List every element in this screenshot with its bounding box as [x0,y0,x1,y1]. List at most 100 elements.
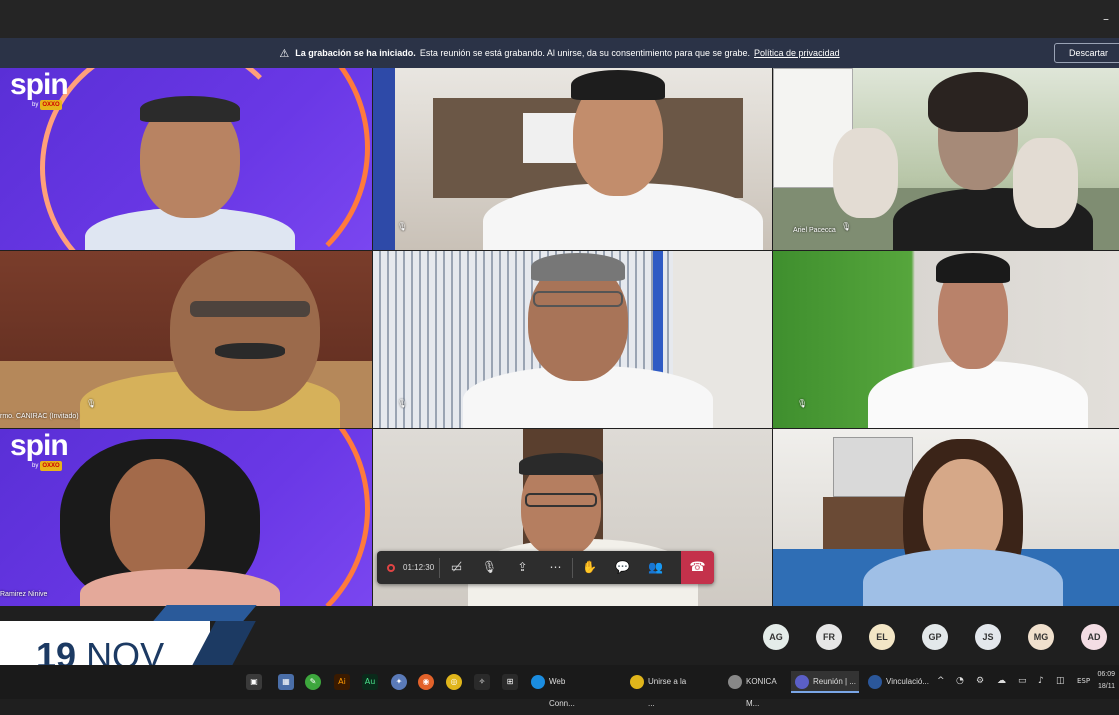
spin-logo: spin [10,68,69,101]
printer [833,437,913,497]
taskbar-app[interactable]: Unirse a la ... [626,671,692,708]
call-controls: 01:12:30 ▭̸ 🎙 ⇪ ⋯ ✋ 💬 👥 ☎ [377,551,714,584]
taskbar-app-label: Unirse a la ... [648,677,687,708]
participant-avatar[interactable]: JS [975,624,1001,650]
banner-bold-text: La grabación se ha iniciado. [295,48,416,58]
clock-date: 18/11 [1098,683,1115,690]
mic-off-icon: 🎙 [841,222,852,231]
app-icon[interactable]: ✎ [305,674,321,690]
audition-icon[interactable]: Au [362,674,378,690]
app-icon [728,675,742,689]
mic-off-icon: 🎙 [797,399,808,408]
taskbar-app-label: Reunión | ... [813,677,856,686]
title-bar: – [0,0,1119,38]
video-tile[interactable]: spin by OXXO [0,68,372,250]
recording-banner: ⚠ La grabación se ha iniciado. Esta reun… [0,38,1119,68]
participant-name: Ariel Pacecca [793,227,836,234]
participant-avatar[interactable]: FR [816,624,842,650]
app-icon[interactable]: ✦ [391,674,407,690]
taskbar-app-label: Vinculació... [886,677,929,686]
task-view-icon[interactable]: ▣ [246,674,262,690]
app-icon [630,675,644,689]
cloud-icon[interactable]: ☁ [997,676,1006,686]
share-icon[interactable]: ⇪ [506,551,539,584]
participant-hair [571,70,665,100]
taskbar-app-label: Web Conn... [549,677,575,708]
taskbar: ▣ ▦ ✎ Ai Au ✦ ◉ ◎ ✧ ⊞ Web Conn... Unirse … [0,665,1119,708]
video-tile[interactable]: 🎙 [373,68,772,250]
participant-body [863,549,1063,606]
glasses [525,493,597,507]
mustache [215,343,285,359]
spin-logo: spin [10,429,69,462]
recording-icon [387,563,395,572]
video-tile[interactable]: spin by OXXO Ramirez Ninive [0,429,372,606]
mic-off-icon: 🎙 [397,222,408,231]
participant-name: Ramirez Ninive [0,591,48,598]
taskbar-app[interactable]: Reunión | ... [791,671,859,693]
video-tile[interactable]: 🎙 [373,251,772,428]
warning-icon: ⚠ [279,46,290,60]
participant-head [170,251,320,411]
firefox-icon[interactable]: ◉ [418,674,434,690]
clock-time: 06:09 [1097,671,1115,678]
chat-icon[interactable]: 💬 [606,551,639,584]
clock[interactable]: 06:09 18/11 [1097,669,1115,693]
participant-name: rmo. CANIRAC (Invitado) [0,413,79,420]
network-icon[interactable]: ▭ [1018,676,1027,686]
decor-wedge [153,605,257,621]
mic-off-icon: 🎙 [86,399,97,408]
glasses [533,291,623,307]
spin-by: by [32,463,39,469]
participant-avatar[interactable]: AD [1081,624,1107,650]
raise-hand-icon[interactable]: ✋ [573,551,606,584]
video-tile[interactable] [773,429,1119,606]
participant-hair [936,253,1010,283]
minimize-button[interactable]: – [1103,12,1109,26]
hangup-icon[interactable]: ☎ [681,551,714,584]
tray-icon[interactable]: ⚙ [976,676,984,686]
mic-off-icon: 🎙 [397,399,408,408]
glasses [190,301,310,317]
more-icon[interactable]: ⋯ [539,551,572,584]
participant-avatar[interactable]: MG [1028,624,1054,650]
app-icon[interactable]: ✧ [474,674,490,690]
banner-text: Esta reunión se está grabando. Al unirse… [419,48,751,58]
app-icon [795,675,809,689]
participant-head [110,459,205,579]
taskbar-app[interactable]: Vinculació... [864,671,930,693]
chrome-icon[interactable]: ◎ [446,674,462,690]
camera-off-icon[interactable]: ▭̸ [440,551,473,584]
video-tile[interactable]: 🎙 [773,251,1119,428]
video-tile[interactable]: Ariel Pacecca 🎙 [773,68,1119,250]
dismiss-button[interactable]: Descartar [1053,43,1119,63]
app-icon[interactable]: ▦ [278,674,294,690]
mic-off-icon[interactable]: 🎙 [473,551,506,584]
store-icon[interactable]: ⊞ [502,674,518,690]
taskbar-app[interactable]: KONICA M... [724,671,788,708]
video-grid: spin by OXXO 🎙 Ariel Pacecca 🎙 rmo. CANI… [0,68,1119,606]
participant-avatars: AG FR EL GP JS MG AD [763,624,1107,650]
language-indicator[interactable]: ESP [1077,677,1090,685]
participants-icon[interactable]: 👥 [639,551,672,584]
taskbar-app[interactable]: Web Conn... [527,671,591,708]
call-timer: 01:12:30 [403,563,435,572]
participant-avatar[interactable]: AG [763,624,789,650]
participant-avatar[interactable]: GP [922,624,948,650]
tray-icon[interactable]: ◔ [956,676,964,686]
tray-chevron-icon[interactable]: ^ [937,676,945,686]
privacy-link[interactable]: Política de privacidad [754,48,840,58]
app-icon [531,675,545,689]
illustrator-icon[interactable]: Ai [334,674,350,690]
volume-icon[interactable]: ♪ [1038,676,1044,686]
tray-icon[interactable]: ◫ [1056,676,1065,686]
participant-avatar[interactable]: EL [869,624,895,650]
hand [833,128,898,218]
hand [1013,138,1078,228]
oxxo-logo: OXXO [40,461,62,471]
spin-by: by [32,102,39,108]
app-icon [868,675,882,689]
video-tile[interactable]: rmo. CANIRAC (Invitado) 🎙 [0,251,372,428]
oxxo-logo: OXXO [40,100,62,110]
wall-stripe [373,68,395,250]
